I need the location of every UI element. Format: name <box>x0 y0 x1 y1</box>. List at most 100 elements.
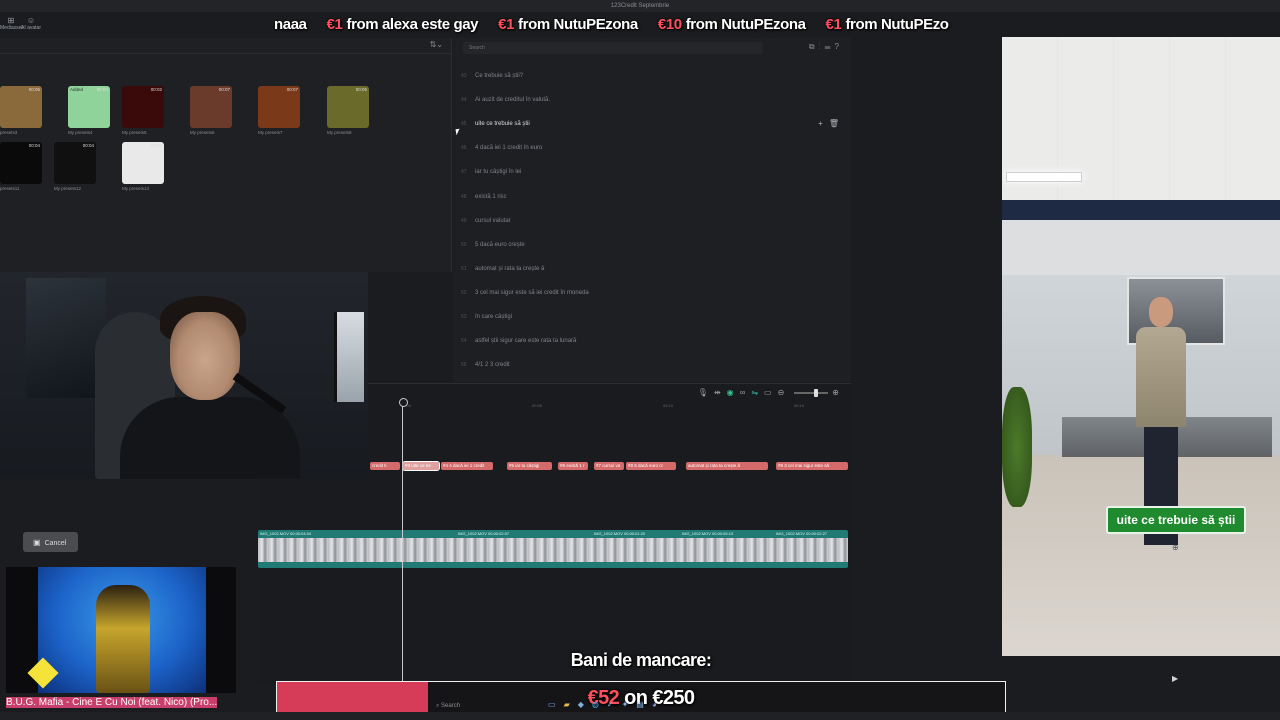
caption-row[interactable]: 50 5 dacă euro crește <box>461 238 849 252</box>
app-icon[interactable]: ▤ <box>636 700 652 709</box>
import-tool[interactable]: ⊞ Mediasset <box>0 16 23 31</box>
media-thumbnail[interactable]: Added 00:04 My presets4 <box>68 86 126 142</box>
caption-row[interactable]: 54 astfel știi sigur care este rata ta lu… <box>461 334 849 348</box>
cancel-button[interactable]: ▣ Cancel <box>23 532 78 552</box>
video-clip-label: IMG_1002.MOV 00:00:02:07 <box>458 531 510 536</box>
avatar-icon: ☺ <box>26 16 36 25</box>
caption-clip[interactable]: #8 5 dacă euro cr <box>626 462 676 470</box>
browser-icon[interactable]: ◍ <box>592 700 607 709</box>
caption-search-input[interactable] <box>463 42 763 54</box>
play-icon[interactable]: ▶ <box>1172 674 1178 683</box>
style-icon[interactable]: ☰ <box>825 42 835 51</box>
taskbar-search[interactable]: ⌕ Search <box>432 700 542 712</box>
preview-subtitle[interactable]: uite ce trebuie să știi <box>1106 506 1246 534</box>
discord-icon[interactable]: ◕ <box>652 700 665 709</box>
link-icon[interactable]: ∞ <box>740 388 752 397</box>
delete-icon[interactable]: 🗑 <box>829 119 845 128</box>
video-clip-label: IMG_1002.MOV 00:00:02:27 <box>776 531 828 536</box>
goal-title: Bani de mancare: <box>570 650 712 670</box>
replace-icon[interactable]: ⧉ <box>809 42 819 51</box>
ticker-item: naaa <box>274 16 307 33</box>
ticker-item: €1 from alexa este gay <box>326 16 479 33</box>
search-icon: ⌕ <box>436 703 440 709</box>
crosshair-icon[interactable]: ⊕ <box>1172 543 1179 552</box>
media-thumbnail[interactable]: 00:07 My presets6 <box>190 86 248 142</box>
playhead[interactable] <box>399 398 408 683</box>
add-icon[interactable]: + <box>818 119 829 128</box>
media-thumbnail[interactable]: 00:04 My presets12 <box>54 142 112 198</box>
caption-row[interactable]: 53 în care câștigi <box>461 310 849 324</box>
donation-goal-bar: €52 on €250 <box>276 681 1006 715</box>
caption-tools: ⧉⁝☰? <box>809 42 843 52</box>
transition-icon[interactable]: ⇋ <box>751 388 764 397</box>
app-icon[interactable]: ✦ <box>622 700 637 709</box>
video-clip-label: IMG_1002.MOV 00:00:05:13 <box>682 531 734 536</box>
window-icon[interactable]: ▭ <box>548 700 564 709</box>
video-track[interactable]: IMG_1002.MOV 00:00:04:04 IMG_1002.MOV 00:… <box>258 530 848 568</box>
sort-icon[interactable]: ⇅⌄ <box>430 40 443 49</box>
help-icon[interactable]: ? <box>835 42 843 51</box>
app-icon[interactable]: ◆ <box>578 700 592 709</box>
check-icon[interactable]: ✓ <box>607 700 622 709</box>
caption-row[interactable]: 51 automat și rata ta crește â <box>461 262 849 276</box>
ruler-tick: 00:15 <box>794 403 805 408</box>
zoom-in-icon[interactable]: ⊕ <box>832 388 845 397</box>
video-clip-label: IMG_1002.MOV 00:00:04:04 <box>260 531 312 536</box>
mouse-cursor <box>455 128 461 136</box>
video-preview[interactable] <box>1002 37 1280 656</box>
caption-row[interactable]: 52 3 cel mai sigur este să iei credit în … <box>461 286 849 300</box>
media-header: ⇅⌄ <box>0 38 451 54</box>
caption-clip[interactable]: #9 3 cel mai sigur este să <box>776 462 848 470</box>
caption-clip[interactable]: #7 cursul va <box>594 462 624 470</box>
fit-icon[interactable]: ▭ <box>764 388 778 397</box>
ai-icon[interactable]: ◉ <box>727 388 740 397</box>
ai-avatar-tool[interactable]: ☺ AI avatar <box>20 16 42 31</box>
now-playing: B.U.G. Mafia - Cine E Cu Noi (feat. Nico… <box>0 693 276 712</box>
timeline-toolbar: 🎙⇹◉∞⇋▭⊖ ⊕ <box>698 388 845 397</box>
media-toolbar: ⊞ Mediasset ☺ AI avatar <box>0 14 60 36</box>
now-playing-text: B.U.G. Mafia - Cine E Cu Noi (feat. Nico… <box>6 697 218 708</box>
caption-clip[interactable]: #4 4 dacă iei 1 credit <box>441 462 493 470</box>
media-thumbnail[interactable]: 00:05 My presets8 <box>327 86 385 142</box>
folder-icon[interactable]: ▰ <box>564 700 578 709</box>
caption-row[interactable]: 43 Ce trebuie să știi? <box>461 69 849 83</box>
zoom-slider[interactable] <box>794 388 829 397</box>
caption-row[interactable]: 49 cursul valutar <box>461 214 849 228</box>
caption-clip[interactable]: #6 există 1 r <box>558 462 588 470</box>
webcam-feed <box>0 272 368 479</box>
cancel-icon: ▣ <box>33 537 41 547</box>
zoom-out-icon[interactable]: ⊖ <box>778 388 791 397</box>
caption-row[interactable]: 46 4 dacă iei 1 credit în euro <box>461 141 849 155</box>
caption-list-panel: ⧉⁝☰? 43Ce trebuie să știi? 44Ai auzit de … <box>453 38 851 382</box>
caption-row[interactable]: 47 iar tu câștigi în lei <box>461 165 849 179</box>
ticker-item: €10 from NutuPEzona <box>657 16 806 33</box>
media-thumbnail[interactable]: 00:04 presets11 <box>0 142 58 198</box>
ticker-item: €1 from NutuPEzona <box>498 16 638 33</box>
caption-clip[interactable]: #3 uite ce tre <box>402 461 440 471</box>
import-icon: ⊞ <box>7 16 15 25</box>
media-thumbnail[interactable]: 00:05 presets3 <box>0 86 58 142</box>
time-ruler[interactable]: 00:0000:0500:1000:15 <box>368 402 851 412</box>
video-clip-label: IMG_1002.MOV 00:00:01:20 <box>594 531 646 536</box>
media-thumbnail[interactable]: 00:01 My presets13 <box>122 142 180 198</box>
ruler-tick: 00:10 <box>663 403 674 408</box>
caption-clip[interactable]: #5 iar tu câștigi <box>507 462 552 470</box>
taskbar <box>0 712 1280 720</box>
ticker-item: €1 from NutuPEzo <box>825 16 949 33</box>
media-thumbnail[interactable]: 00:07 My presets7 <box>258 86 316 142</box>
mic-icon[interactable]: 🎙 <box>698 388 714 397</box>
caption-row[interactable]: 45 uite ce trebuie să știi +🗑 <box>461 117 849 131</box>
music-artwork <box>6 567 236 693</box>
screen: 123Credit Septembrie naaa €1 from alexa es… <box>0 0 1280 720</box>
media-thumbnail[interactable]: 00:02 My presets5 <box>122 86 180 142</box>
taskbar-icons: ▭▰◆◍✓✦▤◕ <box>548 700 665 709</box>
window-title: 123Credit Septembrie <box>0 0 1280 12</box>
caption-clip[interactable]: automat și rata ta crește â <box>686 462 768 470</box>
caption-row[interactable]: 44 Ai auzit de creditul în valută. <box>461 93 849 107</box>
caption-row[interactable]: 48 există 1 risc <box>461 190 849 204</box>
donation-ticker: naaa €1 from alexa este gay €1 from NutuPEzo… <box>270 12 960 38</box>
ruler-tick: 00:05 <box>532 403 543 408</box>
caption-clip[interactable]: credit ti <box>370 462 400 470</box>
split-icon[interactable]: ⇹ <box>714 388 727 397</box>
caption-row[interactable]: 55 4/1 2 3 credit <box>461 358 849 372</box>
